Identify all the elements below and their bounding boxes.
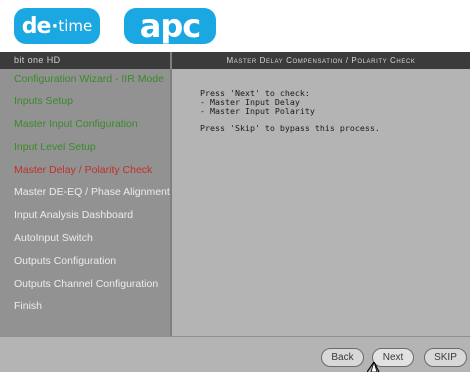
step-input-level-setup[interactable]: Input Level Setup xyxy=(0,137,170,157)
step-configuration-wizard[interactable]: Configuration Wizard - IIR Mode xyxy=(0,69,170,89)
de-time-logo-brand: de xyxy=(21,13,52,39)
de-time-logo-dot: · xyxy=(51,15,58,37)
device-name-header: bit one HD xyxy=(0,52,170,69)
apc-logo: apc xyxy=(124,7,216,45)
back-button[interactable]: Back xyxy=(321,348,364,367)
step-outputs-configuration[interactable]: Outputs Configuration xyxy=(0,251,170,271)
wizard-steps-sidebar: Configuration Wizard - IIR Mode Inputs S… xyxy=(0,69,170,336)
logo-bar: de · time apc xyxy=(0,0,470,48)
instruction-line: Press 'Skip' to bypass this process. xyxy=(200,123,380,133)
step-outputs-channel-configuration[interactable]: Outputs Channel Configuration xyxy=(0,274,170,294)
step-finish[interactable]: Finish xyxy=(0,296,170,316)
instruction-line: - Master Input Polarity xyxy=(200,106,315,116)
step-master-de-eq-phase-alignment[interactable]: Master DE-EQ / Phase Alignment xyxy=(0,182,170,202)
skip-button[interactable]: SKIP xyxy=(424,348,467,367)
step-title-header: Master Delay Compensation / Polarity Che… xyxy=(172,52,470,69)
step-inputs-setup[interactable]: Inputs Setup xyxy=(0,91,170,111)
step-content-area: Press 'Next' to check: - Master Input De… xyxy=(172,69,470,336)
step-master-delay-polarity-check[interactable]: Master Delay / Polarity Check xyxy=(0,160,170,180)
step-master-input-configuration[interactable]: Master Input Configuration xyxy=(0,114,170,134)
step-input-analysis-dashboard[interactable]: Input Analysis Dashboard xyxy=(0,205,170,225)
wizard-panel: bit one HD Master Delay Compensation / P… xyxy=(0,52,470,372)
step-autoinput-switch[interactable]: AutoInput Switch xyxy=(0,228,170,248)
mouse-pointer-icon xyxy=(367,362,380,372)
footer-divider xyxy=(0,336,470,337)
de-time-logo: de · time xyxy=(14,8,100,44)
de-time-logo-suffix: time xyxy=(58,17,93,35)
